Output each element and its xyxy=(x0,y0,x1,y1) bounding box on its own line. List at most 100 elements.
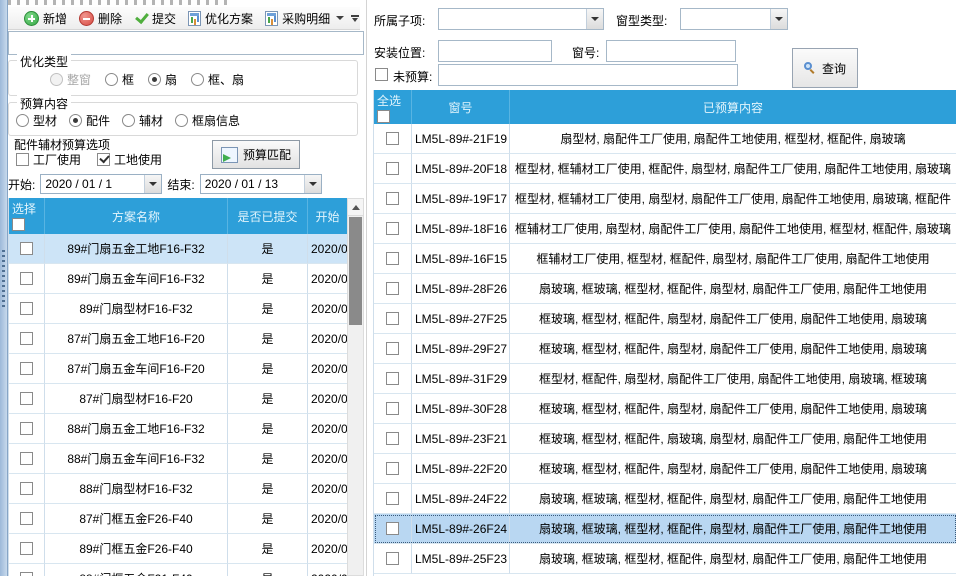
start-header[interactable]: 开始 xyxy=(308,198,348,234)
row-checkbox[interactable] xyxy=(386,432,399,445)
row-checkbox[interactable] xyxy=(20,512,33,525)
plan-filter-input[interactable] xyxy=(8,31,364,55)
submitted-header[interactable]: 是否已提交 xyxy=(228,198,308,234)
row-checkbox[interactable] xyxy=(20,392,33,405)
row-checkbox[interactable] xyxy=(386,192,399,205)
table-row[interactable]: LM5L-89#-30F28框玻璃, 框型材, 框配件, 扇型材, 扇配件工厂使… xyxy=(374,394,956,424)
row-checkbox[interactable] xyxy=(386,372,399,385)
no-budget-checkbox[interactable] xyxy=(375,68,388,81)
row-checkbox[interactable] xyxy=(386,252,399,265)
radio-sash[interactable]: 扇 xyxy=(148,71,177,88)
budgeted-content-header[interactable]: 已预算内容 xyxy=(510,90,956,124)
table-row[interactable]: 89#门框五金F26-F40是2020/0 xyxy=(9,534,348,564)
table-row[interactable]: 89#门扇五金工地F16-F32是2020/0 xyxy=(9,234,348,264)
table-row[interactable]: LM5L-89#-31F29框型材, 框配件, 扇型材, 扇配件工厂使用, 扇配… xyxy=(374,364,956,394)
table-row[interactable]: LM5L-89#-24F22扇玻璃, 框玻璃, 框型材, 框配件, 扇型材, 扇… xyxy=(374,484,956,514)
table-row[interactable]: 89#门扇五金车间F16-F32是2020/0 xyxy=(9,264,348,294)
row-checkbox[interactable] xyxy=(20,272,33,285)
row-checkbox[interactable] xyxy=(386,462,399,475)
table-row[interactable]: LM5L-89#-16F15框辅材工厂使用, 框型材, 框配件, 扇型材, 扇配… xyxy=(374,244,956,274)
table-row[interactable]: LM5L-89#-28F26扇玻璃, 框玻璃, 框型材, 框配件, 扇型材, 扇… xyxy=(374,274,956,304)
chevron-down-icon[interactable] xyxy=(586,9,603,29)
table-row[interactable]: 87#门扇型材F16-F20是2020/0 xyxy=(9,384,348,414)
purchase-detail-button[interactable]: 采购明细 xyxy=(260,8,349,29)
window-no-input[interactable] xyxy=(606,40,736,62)
table-row[interactable]: LM5L-89#-19F17框型材, 框辅材工厂使用, 扇型材, 扇配件工厂使用… xyxy=(374,184,956,214)
table-row[interactable]: LM5L-89#-27F25框玻璃, 框型材, 框配件, 扇型材, 扇配件工厂使… xyxy=(374,304,956,334)
radio-frame-sash-info[interactable]: 框扇信息 xyxy=(175,112,240,129)
radio-whole-window[interactable]: 整窗 xyxy=(50,71,91,88)
row-checkbox[interactable] xyxy=(386,282,399,295)
table-row[interactable]: 87#门扇五金工地F16-F20是2020/0 xyxy=(9,324,348,354)
table-row[interactable]: 88#门扇五金工地F16-F32是2020/0 xyxy=(9,414,348,444)
row-checkbox[interactable] xyxy=(386,132,399,145)
row-checkbox[interactable] xyxy=(386,222,399,235)
accessory-options: 工厂使用 工地使用 xyxy=(16,151,162,168)
sub-item-select[interactable] xyxy=(438,8,604,30)
row-checkbox[interactable] xyxy=(20,452,33,465)
radio-frame-sash[interactable]: 框、扇 xyxy=(191,71,244,88)
window-no-cell: LM5L-89#-25F23 xyxy=(412,544,510,574)
table-row[interactable]: LM5L-89#-29F27框玻璃, 框型材, 框配件, 扇型材, 扇配件工厂使… xyxy=(374,334,956,364)
row-checkbox[interactable] xyxy=(20,542,33,555)
row-checkbox[interactable] xyxy=(386,492,399,505)
chevron-down-icon[interactable] xyxy=(304,175,321,193)
date-end-picker[interactable]: 2020 / 01 / 13 xyxy=(200,174,322,194)
date-start-picker[interactable]: 2020 / 01 / 1 xyxy=(40,174,162,194)
checkbox-factory-use[interactable]: 工厂使用 xyxy=(16,151,81,168)
checkbox-site-use[interactable]: 工地使用 xyxy=(97,151,162,168)
scrollbar-thumb[interactable] xyxy=(349,217,362,325)
row-checkbox[interactable] xyxy=(20,332,33,345)
row-checkbox[interactable] xyxy=(20,422,33,435)
select-all-checkbox[interactable] xyxy=(377,110,390,123)
row-checkbox[interactable] xyxy=(20,572,33,576)
row-checkbox[interactable] xyxy=(386,402,399,415)
row-checkbox[interactable] xyxy=(386,162,399,175)
row-checkbox[interactable] xyxy=(386,522,399,535)
collapsed-splitter[interactable] xyxy=(0,0,8,576)
row-checkbox[interactable] xyxy=(386,552,399,565)
checkbox-checked-icon xyxy=(97,153,110,166)
window-no-header[interactable]: 窗号 xyxy=(412,90,510,124)
plan-table-scrollbar[interactable] xyxy=(347,198,364,576)
row-checkbox[interactable] xyxy=(20,302,33,315)
table-row[interactable]: LM5L-89#-22F20框玻璃, 框型材, 框配件, 扇型材, 扇配件工厂使… xyxy=(374,454,956,484)
plan-name-header[interactable]: 方案名称 xyxy=(45,198,228,234)
radio-accessory[interactable]: 配件 xyxy=(69,112,110,129)
submit-button[interactable]: 提交 xyxy=(129,8,181,29)
table-row[interactable]: 88#门扇型材F16-F32是2020/0 xyxy=(9,474,348,504)
row-checkbox[interactable] xyxy=(386,312,399,325)
row-checkbox[interactable] xyxy=(386,342,399,355)
row-checkbox[interactable] xyxy=(20,242,33,255)
table-row[interactable]: 89#门扇型材F16-F32是2020/0 xyxy=(9,294,348,324)
table-row[interactable]: LM5L-89#-20F18框型材, 框辅材工厂使用, 框配件, 扇型材, 扇配… xyxy=(374,154,956,184)
toolbar-overflow-button[interactable] xyxy=(351,9,359,27)
table-row[interactable]: 87#门扇五金车间F16-F20是2020/0 xyxy=(9,354,348,384)
chevron-down-icon[interactable] xyxy=(770,9,787,29)
chevron-down-icon[interactable] xyxy=(144,175,161,193)
table-row[interactable]: 88#门扇五金车间F16-F32是2020/0 xyxy=(9,444,348,474)
row-checkbox[interactable] xyxy=(20,362,33,375)
select-all-checkbox[interactable] xyxy=(12,218,25,231)
delete-button[interactable]: 删除 xyxy=(74,8,127,29)
table-row[interactable]: 87#门框五金F26-F40是2020/0 xyxy=(9,504,348,534)
table-row[interactable]: LM5L-89#-21F19扇型材, 扇配件工厂使用, 扇配件工地使用, 框型材… xyxy=(374,124,956,154)
radio-frame[interactable]: 框 xyxy=(105,71,134,88)
table-row[interactable]: 88#门框五金F21-F40是2020/0 xyxy=(9,564,348,576)
install-position-input[interactable] xyxy=(438,40,552,62)
table-row[interactable]: LM5L-89#-18F16框辅材工厂使用, 扇型材, 扇配件工厂使用, 扇配件… xyxy=(374,214,956,244)
no-budget-input[interactable] xyxy=(438,64,738,86)
table-row[interactable]: LM5L-89#-23F21框玻璃, 框型材, 框配件, 扇玻璃, 扇型材, 扇… xyxy=(374,424,956,454)
window-type-select[interactable] xyxy=(680,8,788,30)
table-row[interactable]: LM5L-89#-25F23扇玻璃, 框玻璃, 框型材, 框配件, 扇型材, 扇… xyxy=(374,544,956,574)
table-row[interactable]: LM5L-89#-26F24扇玻璃, 框玻璃, 框型材, 框配件, 扇型材, 扇… xyxy=(374,514,956,544)
new-button[interactable]: 新增 xyxy=(19,8,72,29)
budget-match-button[interactable]: 预算匹配 xyxy=(212,140,300,169)
query-button[interactable]: 查询 xyxy=(792,48,858,88)
radio-auxiliary[interactable]: 辅材 xyxy=(122,112,163,129)
radio-profile[interactable]: 型材 xyxy=(16,112,57,129)
optimize-plan-button[interactable]: 优化方案 xyxy=(183,8,258,29)
row-checkbox[interactable] xyxy=(20,482,33,495)
scroll-up-icon[interactable] xyxy=(348,199,363,216)
plan-table-header: 选择 方案名称 是否已提交 开始 xyxy=(9,198,348,234)
